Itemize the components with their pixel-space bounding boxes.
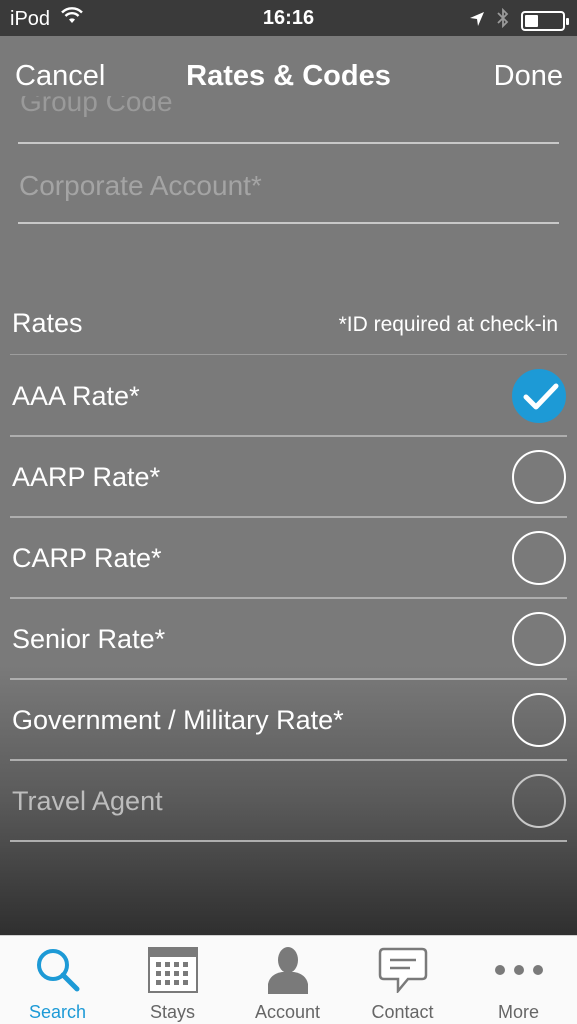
checkmark-icon[interactable]: [512, 369, 566, 423]
rates-codes-screen: Cancel Rates & Codes Done Group Code Cor…: [0, 36, 577, 935]
divider: [10, 840, 567, 842]
radio-button[interactable]: [512, 531, 566, 585]
tab-label: Stays: [149, 1002, 196, 1022]
rate-label: Senior Rate*: [12, 624, 166, 654]
corporate-account-field[interactable]: Corporate Account*: [19, 170, 262, 202]
rate-label: Government / Military Rate*: [12, 705, 344, 735]
radio-button[interactable]: [512, 693, 566, 747]
person-icon: [230, 944, 345, 996]
group-code-field-label: Group Code: [20, 96, 173, 117]
bluetooth-icon: [497, 7, 509, 34]
status-bar: iPod 16:16: [0, 0, 577, 36]
rate-row[interactable]: AAA Rate*: [0, 355, 577, 437]
rate-row[interactable]: CARP Rate*: [0, 517, 577, 599]
tab-search[interactable]: Search: [0, 936, 115, 1024]
rate-label: AARP Rate*: [12, 462, 161, 492]
radio-button[interactable]: [512, 612, 566, 666]
tab-stays[interactable]: Stays: [115, 936, 230, 1024]
rate-row[interactable]: Government / Military Rate*: [0, 679, 577, 761]
divider: [18, 142, 559, 144]
rate-row[interactable]: Senior Rate*: [0, 598, 577, 680]
done-button[interactable]: Done: [494, 60, 563, 93]
rate-row[interactable]: Travel Agent: [0, 760, 577, 842]
tab-label: Contact: [371, 1002, 434, 1022]
radio-button[interactable]: [512, 450, 566, 504]
tab-account[interactable]: Account: [230, 936, 345, 1024]
rate-row[interactable]: AARP Rate*: [0, 436, 577, 518]
rate-label: CARP Rate*: [12, 543, 162, 573]
location-arrow-icon: [469, 10, 485, 33]
rate-label: AAA Rate*: [12, 381, 140, 411]
tab-label: More: [497, 1002, 539, 1022]
divider: [18, 222, 559, 224]
rates-section-header: Rates: [12, 308, 83, 338]
cancel-button[interactable]: Cancel: [15, 60, 105, 93]
radio-button[interactable]: [512, 774, 566, 828]
tab-bar: Search Stays Account Contact More: [0, 935, 577, 1024]
battery-icon: [521, 11, 569, 31]
tab-label: Account: [254, 1002, 321, 1022]
calendar-icon: [115, 944, 230, 996]
status-right: [469, 7, 569, 34]
tab-contact[interactable]: Contact: [345, 936, 460, 1024]
more-dots-icon: [460, 944, 577, 996]
chat-bubble-icon: [345, 944, 460, 996]
rate-label: Travel Agent: [12, 786, 163, 816]
search-icon: [0, 944, 115, 996]
tab-more[interactable]: More: [460, 936, 577, 1024]
battery-level: [525, 15, 538, 27]
tab-label: Search: [28, 1002, 87, 1022]
rates-id-note: *ID required at check-in: [338, 313, 558, 336]
